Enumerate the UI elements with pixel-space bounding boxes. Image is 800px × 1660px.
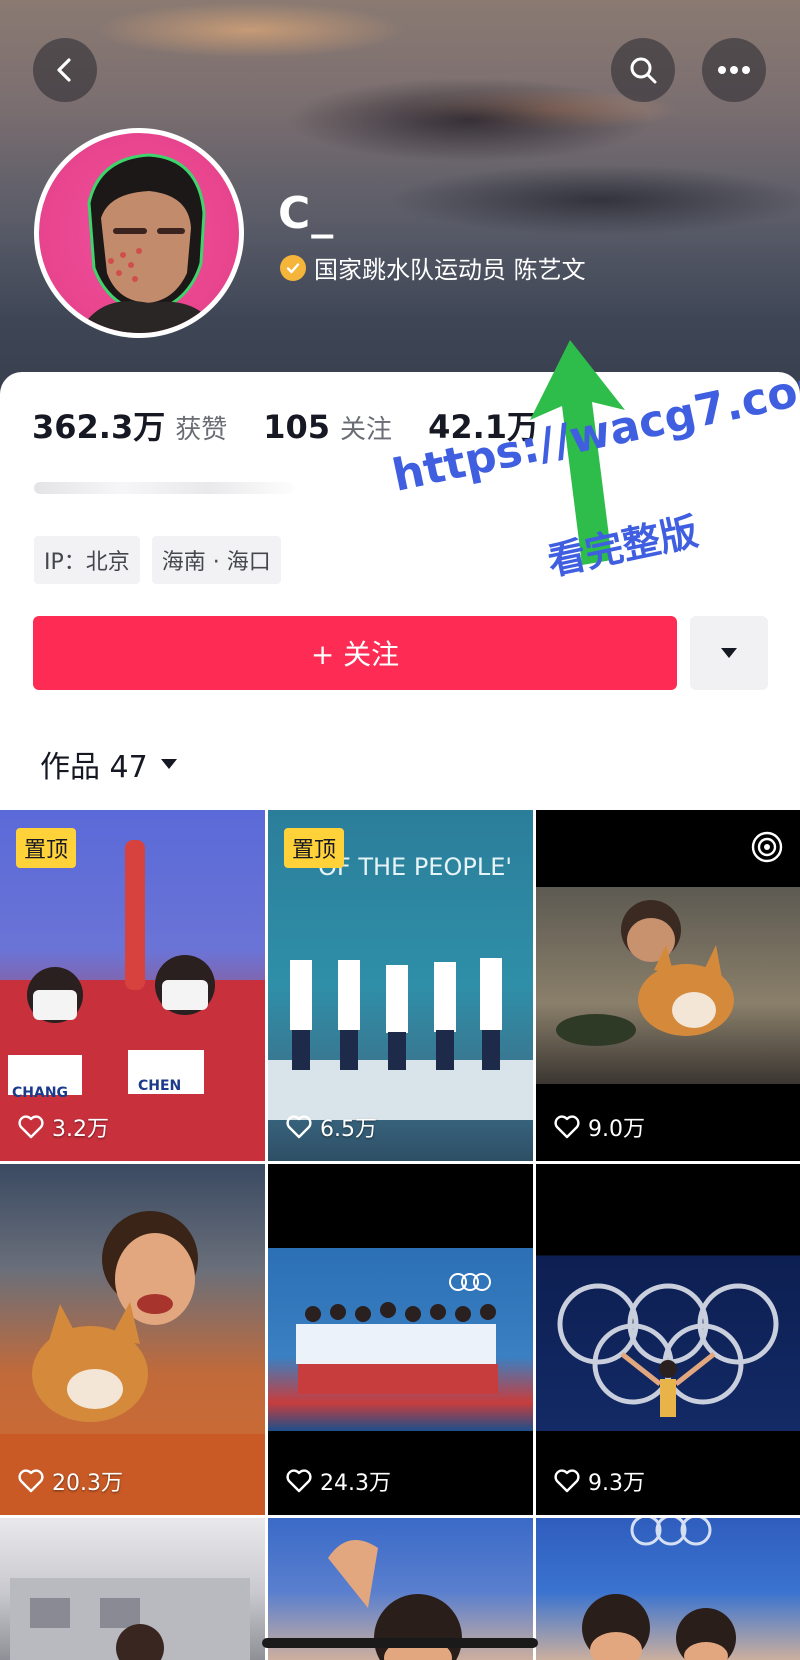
video-grid: CHANG CHEN 置顶 3.2万 OF THE PEOPLE' 置顶 6.5… [0, 810, 800, 1660]
more-actions-dropdown[interactable] [690, 616, 768, 690]
stat-following-label: 关注 [340, 415, 393, 445]
stat-likes[interactable]: 362.3万 获赞 [32, 402, 227, 448]
tab-works[interactable]: 作品 47 [40, 742, 178, 786]
verified-title: 国家跳水队运动员 陈艺文 [314, 256, 586, 284]
video-thumbnail[interactable]: 9.0万 [536, 810, 800, 1161]
heart-icon [554, 1469, 580, 1493]
bib-left-text: CHANG [12, 1085, 68, 1101]
likes-count: 9.0万 [554, 1111, 645, 1143]
likes-value: 6.5万 [320, 1117, 377, 1142]
heart-icon [18, 1469, 44, 1493]
stat-following-value: 105 [263, 408, 331, 446]
follow-button[interactable]: + 关注 [33, 616, 677, 690]
banner-text: OF THE PEOPLE' [318, 853, 512, 881]
video-thumbnail[interactable]: 20.3万 [0, 1164, 265, 1515]
video-thumbnail-art [0, 1211, 265, 1515]
pinned-badge: 置顶 [16, 828, 77, 868]
likes-value: 3.2万 [52, 1117, 109, 1142]
likes-value: 20.3万 [52, 1471, 123, 1496]
heart-icon [18, 1115, 44, 1139]
likes-count: 9.3万 [554, 1465, 645, 1497]
verified-badge-icon [280, 254, 306, 281]
search-button[interactable] [611, 38, 675, 102]
likes-count: 6.5万 [286, 1111, 377, 1143]
caret-down-icon [721, 648, 737, 658]
avatar[interactable] [34, 128, 244, 338]
video-thumbnail[interactable] [536, 1518, 800, 1660]
heart-icon [554, 1115, 580, 1139]
ip-location-tag: IP：北京 [34, 536, 140, 584]
likes-count: 24.3万 [286, 1465, 391, 1497]
tag-row: IP：北京 海南 · 海口 [34, 536, 281, 584]
likes-count: 3.2万 [18, 1111, 109, 1143]
likes-count: 20.3万 [18, 1465, 123, 1497]
stat-following[interactable]: 105 关注 [263, 408, 392, 446]
search-icon [630, 57, 657, 84]
region-tag[interactable]: 海南 · 海口 [151, 536, 281, 584]
likes-value: 9.0万 [588, 1117, 645, 1142]
live-icon [751, 831, 783, 863]
video-thumbnail-art [557, 1283, 779, 1417]
likes-value: 24.3万 [320, 1471, 391, 1496]
heart-icon [286, 1469, 312, 1493]
more-button[interactable] [702, 38, 766, 102]
chevron-left-icon [57, 58, 71, 82]
stat-likes-value: 362.3万 [32, 408, 166, 446]
video-thumbnail[interactable] [0, 1518, 265, 1660]
pinned-badge: 置顶 [284, 828, 345, 868]
video-thumbnail[interactable]: 24.3万 [268, 1164, 533, 1515]
video-thumbnail[interactable]: OF THE PEOPLE' 置顶 6.5万 [268, 810, 533, 1161]
home-indicator [262, 1638, 538, 1648]
likes-value: 9.3万 [588, 1471, 645, 1496]
caret-down-icon [160, 759, 177, 769]
more-dots-icon [718, 66, 750, 74]
stat-likes-label: 获赞 [175, 415, 228, 445]
works-tab-label: 作品 47 [40, 750, 148, 785]
video-thumbnail[interactable]: CHANG CHEN 置顶 3.2万 [0, 810, 265, 1161]
back-button[interactable] [33, 38, 97, 102]
video-thumbnail-art [582, 1518, 736, 1660]
nickname: C_ [278, 188, 335, 239]
avatar-portrait [79, 153, 219, 333]
video-thumbnail-art [10, 1578, 250, 1660]
bib-right-text: CHEN [138, 1078, 181, 1094]
bio-blurred [34, 482, 294, 494]
heart-icon [286, 1115, 312, 1139]
video-thumbnail[interactable]: 9.3万 [536, 1164, 800, 1515]
verification-row: 国家跳水队运动员 陈艺文 [280, 250, 586, 285]
video-thumbnail-art [296, 1273, 498, 1394]
